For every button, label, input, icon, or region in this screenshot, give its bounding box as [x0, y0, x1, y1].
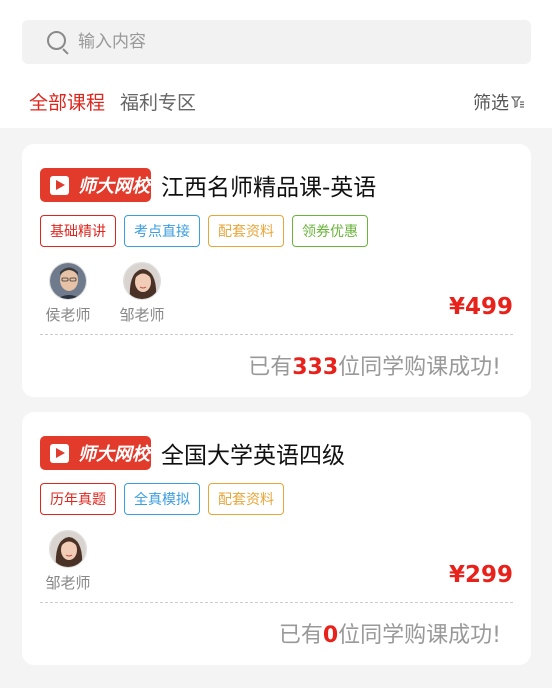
school-logo: 师大网校 — [40, 168, 151, 202]
search-input[interactable] — [78, 32, 478, 52]
purchase-number: 333 — [292, 355, 339, 380]
teacher-item[interactable]: 侯老师 — [40, 262, 96, 325]
tab-all-courses[interactable]: 全部课程 — [29, 88, 105, 115]
divider — [40, 334, 513, 335]
avatar — [123, 262, 161, 300]
filter-icon — [511, 95, 525, 109]
filter-label: 筛选 — [473, 93, 509, 114]
search-icon — [47, 31, 69, 55]
course-price: ¥499 — [448, 294, 513, 320]
filter-button[interactable]: 筛选 — [473, 89, 525, 115]
purchase-count: 已有333位同学购课成功! — [248, 349, 501, 381]
course-card[interactable]: 师大网校 全国大学英语四级 历年真题 全真模拟 配套资料 邹老师 ¥299 已有… — [22, 412, 531, 665]
purchase-count: 已有0位同学购课成功! — [279, 617, 501, 649]
teacher-item[interactable]: 邹老师 — [40, 530, 96, 593]
course-tag: 基础精讲 — [40, 215, 116, 247]
logo-text: 师大网校 — [78, 444, 150, 465]
school-logo: 师大网校 — [40, 436, 151, 470]
teacher-list: 邹老师 — [40, 530, 96, 593]
purchase-number: 0 — [322, 623, 339, 648]
logo-text: 师大网校 — [78, 176, 150, 197]
course-tag: 全真模拟 — [124, 483, 200, 515]
course-tag: 配套资料 — [208, 483, 284, 515]
teacher-list: 侯老师 邹老师 — [40, 262, 170, 325]
purchase-suffix: 位同学购课成功! — [338, 355, 501, 380]
course-tags: 基础精讲 考点直接 配套资料 领券优惠 — [40, 215, 368, 247]
course-tag: 领券优惠 — [292, 215, 368, 247]
search-bar[interactable] — [22, 20, 531, 64]
course-tags: 历年真题 全真模拟 配套资料 — [40, 483, 284, 515]
teacher-name: 侯老师 — [45, 306, 91, 324]
play-icon — [50, 175, 69, 195]
course-tag: 历年真题 — [40, 483, 116, 515]
course-card[interactable]: 师大网校 江西名师精品课-英语 基础精讲 考点直接 配套资料 领券优惠 侯老师 — [22, 144, 531, 397]
avatar — [49, 530, 87, 568]
play-icon — [50, 443, 69, 463]
divider — [40, 602, 513, 603]
purchase-prefix: 已有 — [278, 623, 323, 648]
course-title: 全国大学英语四级 — [161, 443, 345, 469]
course-title: 江西名师精品课-英语 — [161, 175, 377, 201]
header-area: 全部课程 福利专区 筛选 — [0, 0, 552, 128]
teacher-name: 邹老师 — [45, 574, 91, 592]
purchase-prefix: 已有 — [248, 355, 293, 380]
avatar — [49, 262, 87, 300]
course-price: ¥299 — [448, 562, 513, 588]
purchase-suffix: 位同学购课成功! — [338, 623, 501, 648]
teacher-item[interactable]: 邹老师 — [114, 262, 170, 325]
category-tabs: 全部课程 福利专区 — [29, 88, 196, 115]
teacher-name: 邹老师 — [119, 306, 165, 324]
course-tag: 考点直接 — [124, 215, 200, 247]
tab-welfare-zone[interactable]: 福利专区 — [120, 88, 196, 115]
course-tag: 配套资料 — [208, 215, 284, 247]
